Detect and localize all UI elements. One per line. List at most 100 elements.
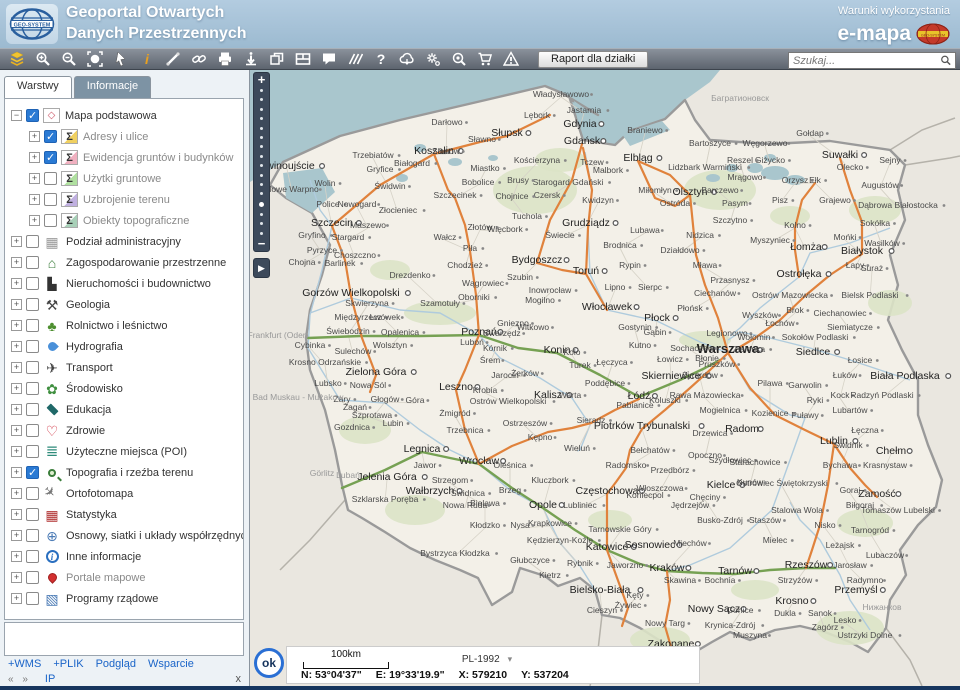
layer-label[interactable]: Statystyka xyxy=(66,509,117,521)
poland-basemap[interactable]: WarszawaŚwinoujścieSzczecinKoszalinSłups… xyxy=(250,70,960,686)
zoom-level-dot[interactable] xyxy=(260,89,263,92)
measure-line-icon[interactable] xyxy=(160,49,186,69)
zoom-out-icon[interactable] xyxy=(56,49,82,69)
layer-label[interactable]: Geologia xyxy=(66,299,110,311)
layer-checkbox[interactable] xyxy=(44,214,57,227)
search-area-icon[interactable] xyxy=(446,49,472,69)
cloud-icon[interactable] xyxy=(394,49,420,69)
ok-button[interactable]: ok xyxy=(254,648,284,678)
expand-toggle[interactable]: − xyxy=(11,110,22,121)
tab-warstwy[interactable]: Warstwy xyxy=(4,76,72,98)
layer-checkbox[interactable] xyxy=(26,403,39,416)
layer-checkbox[interactable] xyxy=(26,529,39,542)
select-area-icon[interactable] xyxy=(82,49,108,69)
layer-checkbox[interactable] xyxy=(26,466,39,479)
layer-label[interactable]: Inne informacje xyxy=(66,551,141,563)
zoom-level-dot[interactable] xyxy=(260,222,263,225)
expand-toggle[interactable]: + xyxy=(11,278,22,289)
layer-checkbox[interactable] xyxy=(26,445,39,458)
zoom-in-icon[interactable] xyxy=(30,49,56,69)
crs-selector[interactable]: PL-1992▾ xyxy=(432,654,542,665)
close-panel-icon[interactable]: x xyxy=(236,673,242,685)
zoom-level-dot[interactable] xyxy=(260,174,263,177)
layer-label[interactable]: Transport xyxy=(66,362,113,374)
callout-icon[interactable] xyxy=(316,49,342,69)
layer-label[interactable]: Rolnictwo i leśnictwo xyxy=(66,320,167,332)
report-plot-button[interactable]: Raport dla działki xyxy=(538,51,648,68)
layer-checkbox[interactable] xyxy=(26,361,39,374)
expand-toggle[interactable]: + xyxy=(29,215,40,226)
plik-link[interactable]: +PLIK xyxy=(53,658,83,670)
expand-toggle[interactable]: + xyxy=(11,341,22,352)
expand-toggle[interactable]: + xyxy=(11,236,22,247)
layer-checkbox[interactable] xyxy=(26,508,39,521)
layer-checkbox[interactable] xyxy=(26,109,39,122)
zoom-level-dot[interactable] xyxy=(260,127,263,130)
terms-link[interactable]: Warunki wykorzystania xyxy=(838,5,950,17)
zoom-slider[interactable] xyxy=(259,87,264,237)
zoom-level-dot[interactable] xyxy=(259,202,264,207)
layer-label[interactable]: Ewidencja gruntów i budynków xyxy=(83,152,233,164)
expand-toggle[interactable]: + xyxy=(29,194,40,205)
layer-checkbox[interactable] xyxy=(26,256,39,269)
download-icon[interactable] xyxy=(238,49,264,69)
zoom-level-dot[interactable] xyxy=(260,213,263,216)
zoom-in-button[interactable]: + xyxy=(258,73,266,87)
layer-label[interactable]: Adresy i ulice xyxy=(83,131,148,143)
ip-link[interactable]: IP xyxy=(45,673,55,685)
layer-label[interactable]: Osnowy, siatki i układy współrzędnych xyxy=(66,530,244,542)
zoom-level-dot[interactable] xyxy=(260,108,263,111)
pager-arrows[interactable]: « » xyxy=(8,674,31,685)
zoom-out-button[interactable]: − xyxy=(258,237,266,251)
layer-checkbox[interactable] xyxy=(26,592,39,605)
layer-label[interactable]: Podział administracyjny xyxy=(66,236,181,248)
expand-toggle[interactable]: + xyxy=(11,593,22,604)
zoom-level-dot[interactable] xyxy=(260,155,263,158)
expand-toggle[interactable]: + xyxy=(11,404,22,415)
layer-checkbox[interactable] xyxy=(26,550,39,563)
layer-label[interactable]: Ortofotomapa xyxy=(66,488,133,500)
layer-checkbox[interactable] xyxy=(44,193,57,206)
expand-toggle[interactable]: + xyxy=(11,572,22,583)
zoom-level-dot[interactable] xyxy=(260,136,263,139)
layer-checkbox[interactable] xyxy=(26,340,39,353)
layer-checkbox[interactable] xyxy=(26,319,39,332)
zoom-level-dot[interactable] xyxy=(260,164,263,167)
print-icon[interactable] xyxy=(212,49,238,69)
layer-label[interactable]: Topografia i rzeźba terenu xyxy=(66,467,193,479)
layer-label[interactable]: Hydrografia xyxy=(66,341,123,353)
warning-icon[interactable] xyxy=(498,49,524,69)
layer-checkbox[interactable] xyxy=(44,172,57,185)
podglad-link[interactable]: Podgląd xyxy=(96,658,136,670)
info-icon[interactable]: i xyxy=(134,49,160,69)
expand-toggle[interactable]: + xyxy=(11,362,22,373)
expand-toggle[interactable]: + xyxy=(29,173,40,184)
layer-checkbox[interactable] xyxy=(26,277,39,290)
cart-icon[interactable] xyxy=(472,49,498,69)
layer-label[interactable]: Mapa podstawowa xyxy=(65,110,157,122)
expand-toggle[interactable]: + xyxy=(11,488,22,499)
expand-toggle[interactable]: + xyxy=(11,320,22,331)
expand-toggle[interactable]: + xyxy=(11,257,22,268)
layer-checkbox[interactable] xyxy=(44,130,57,143)
layer-label[interactable]: Obiekty topograficzne xyxy=(83,215,189,227)
layer-label[interactable]: Użyteczne miejsca (POI) xyxy=(66,446,187,458)
link-icon[interactable] xyxy=(186,49,212,69)
layer-label[interactable]: Środowisko xyxy=(66,383,123,395)
windows-icon[interactable] xyxy=(264,49,290,69)
zoom-level-dot[interactable] xyxy=(260,192,263,195)
expand-toggle[interactable]: + xyxy=(29,131,40,142)
layer-label[interactable]: Programy rządowe xyxy=(66,593,158,605)
expand-toggle[interactable]: + xyxy=(11,551,22,562)
search-input[interactable] xyxy=(789,55,940,67)
layer-label[interactable]: Edukacja xyxy=(66,404,111,416)
layer-label[interactable]: Zagospodarowanie przestrzenne xyxy=(66,257,226,269)
expand-toggle[interactable]: + xyxy=(11,299,22,310)
settings-icon[interactable] xyxy=(420,49,446,69)
layer-checkbox[interactable] xyxy=(44,151,57,164)
layer-checkbox[interactable] xyxy=(26,424,39,437)
zoom-level-dot[interactable] xyxy=(260,145,263,148)
layer-label[interactable]: Uzbrojenie terenu xyxy=(83,194,170,206)
layout-icon[interactable] xyxy=(290,49,316,69)
layer-label[interactable]: Portale mapowe xyxy=(66,572,146,584)
